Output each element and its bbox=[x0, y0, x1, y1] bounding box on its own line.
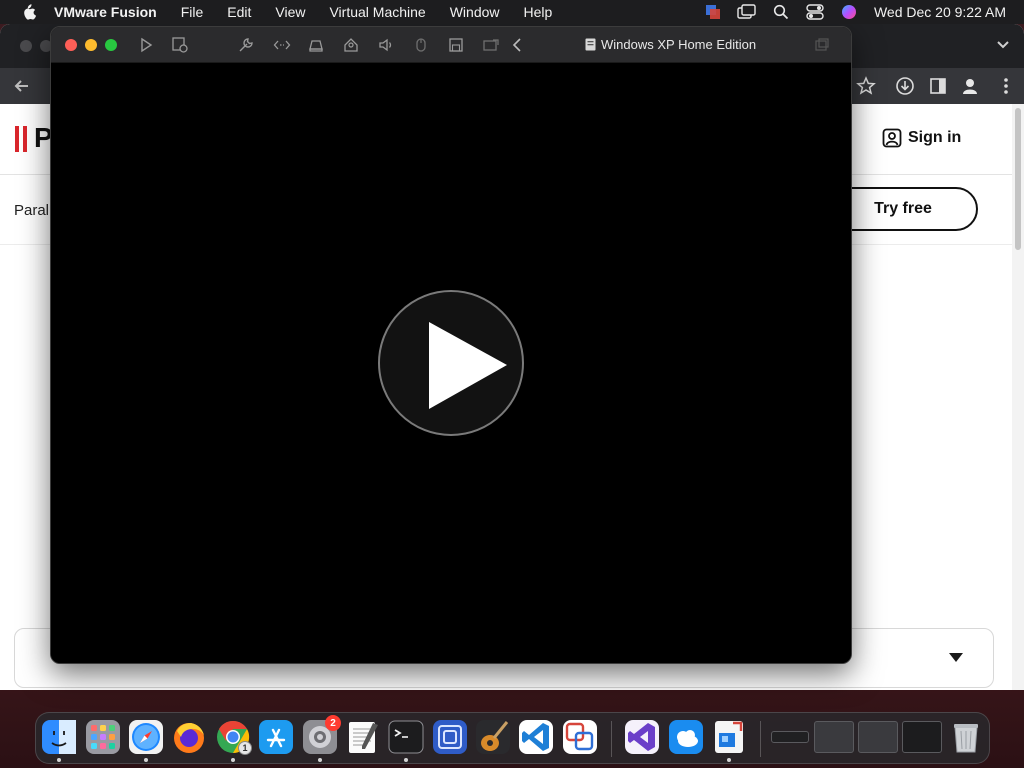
running-indicator bbox=[318, 758, 322, 762]
vm-title: Windows XP Home Edition bbox=[585, 37, 756, 52]
vscode-icon[interactable] bbox=[518, 719, 554, 755]
sidebar-icon[interactable] bbox=[928, 76, 948, 96]
spotlight-search-icon[interactable] bbox=[764, 0, 798, 24]
menu-window[interactable]: Window bbox=[438, 0, 512, 24]
chevron-down-icon[interactable] bbox=[996, 40, 1010, 50]
finder-icon[interactable] bbox=[41, 719, 77, 755]
camera-icon[interactable] bbox=[482, 36, 500, 54]
scrollbar-thumb[interactable] bbox=[1015, 108, 1021, 250]
snapshot-icon[interactable] bbox=[171, 36, 189, 54]
minimized-window-4[interactable] bbox=[902, 721, 942, 753]
profile-icon[interactable] bbox=[960, 76, 980, 96]
browser-close-dimmed[interactable] bbox=[20, 40, 32, 52]
dock-separator bbox=[760, 721, 761, 757]
vmware-vm-window: Windows XP Home Edition bbox=[50, 26, 852, 664]
parallels-icon[interactable] bbox=[711, 719, 747, 755]
running-indicator bbox=[404, 758, 408, 762]
minimized-window-3[interactable] bbox=[858, 721, 898, 753]
sound-icon[interactable] bbox=[377, 36, 395, 54]
menu-edit[interactable]: Edit bbox=[215, 0, 263, 24]
bookmark-star-icon[interactable] bbox=[856, 76, 876, 96]
user-icon bbox=[882, 128, 902, 148]
sign-in-label: Sign in bbox=[908, 129, 962, 146]
garageband-icon[interactable] bbox=[475, 719, 511, 755]
terminal-icon[interactable] bbox=[388, 719, 424, 755]
control-center-icon[interactable] bbox=[798, 0, 832, 24]
running-indicator bbox=[144, 758, 148, 762]
running-indicator bbox=[727, 758, 731, 762]
textedit-icon[interactable] bbox=[345, 719, 381, 755]
menu-help[interactable]: Help bbox=[512, 0, 565, 24]
menu-virtual-machine[interactable]: Virtual Machine bbox=[317, 0, 437, 24]
safari-icon[interactable] bbox=[128, 719, 164, 755]
dock-separator bbox=[611, 721, 612, 757]
back-arrow-icon[interactable] bbox=[12, 76, 32, 96]
launchpad-icon[interactable] bbox=[85, 719, 121, 755]
start-vm-icon[interactable] bbox=[137, 36, 155, 54]
close-window-button[interactable] bbox=[65, 39, 77, 51]
parallels-logo-bars bbox=[15, 126, 27, 152]
play-button[interactable] bbox=[378, 290, 524, 436]
settings-badge: 2 bbox=[325, 715, 341, 731]
firefox-icon[interactable] bbox=[171, 719, 207, 755]
vm-title-text: Windows XP Home Edition bbox=[601, 37, 757, 52]
page-scrollbar[interactable] bbox=[1012, 104, 1024, 690]
fullscreen-toggle-icon[interactable] bbox=[813, 36, 831, 54]
screen-mirroring-icon[interactable] bbox=[730, 0, 764, 24]
printer-icon[interactable] bbox=[307, 36, 325, 54]
play-icon bbox=[429, 322, 507, 409]
download-icon[interactable] bbox=[895, 76, 915, 96]
sign-in-link[interactable]: Sign in bbox=[882, 128, 961, 148]
site-nav-text[interactable]: Paral bbox=[14, 202, 49, 219]
minimized-window-2[interactable] bbox=[814, 721, 854, 753]
vm-titlebar: Windows XP Home Edition bbox=[51, 27, 851, 63]
app-store-icon[interactable] bbox=[258, 719, 294, 755]
vm-display[interactable] bbox=[51, 64, 851, 663]
minimize-window-button[interactable] bbox=[85, 39, 97, 51]
disk-save-icon[interactable] bbox=[447, 36, 465, 54]
vmware-status-icon[interactable] bbox=[696, 0, 730, 24]
settings-wrench-icon[interactable] bbox=[237, 36, 255, 54]
running-indicator bbox=[57, 758, 61, 762]
menu-app-name[interactable]: VMware Fusion bbox=[50, 0, 169, 24]
visual-studio-icon[interactable] bbox=[624, 719, 660, 755]
chrome-badge: 1 bbox=[238, 741, 252, 755]
caret-down-icon bbox=[949, 653, 963, 662]
menu-file[interactable]: File bbox=[169, 0, 216, 24]
zoom-window-button[interactable] bbox=[105, 39, 117, 51]
vmware-fusion-icon[interactable] bbox=[432, 719, 468, 755]
user-share-icon[interactable] bbox=[342, 36, 360, 54]
weather-icon[interactable] bbox=[668, 719, 704, 755]
code-brackets-icon[interactable] bbox=[273, 36, 291, 54]
document-icon bbox=[585, 38, 596, 51]
more-menu-icon[interactable] bbox=[996, 76, 1016, 96]
dock: 1 2 bbox=[35, 712, 990, 764]
mouse-icon[interactable] bbox=[412, 36, 430, 54]
trash-icon[interactable] bbox=[948, 719, 984, 755]
minimized-window-1[interactable] bbox=[771, 731, 809, 743]
mac-menu-bar: VMware Fusion File Edit View Virtual Mac… bbox=[0, 0, 1024, 24]
chevron-left-icon[interactable] bbox=[509, 36, 527, 54]
remote-desktop-icon[interactable] bbox=[562, 719, 598, 755]
menu-view[interactable]: View bbox=[263, 0, 317, 24]
running-indicator bbox=[231, 758, 235, 762]
menu-clock[interactable]: Wed Dec 20 9:22 AM bbox=[866, 4, 1024, 20]
apple-logo-icon[interactable] bbox=[18, 4, 42, 20]
siri-icon[interactable] bbox=[832, 0, 866, 24]
